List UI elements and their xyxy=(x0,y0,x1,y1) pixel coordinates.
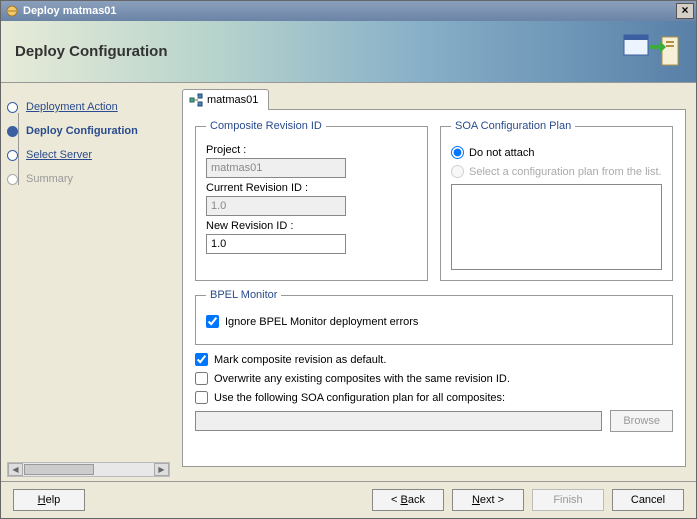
next-button[interactable]: Next > xyxy=(452,489,524,511)
scroll-left-button[interactable]: ◀ xyxy=(8,463,23,476)
sidebar-scrollbar[interactable]: ◀ ▶ xyxy=(7,462,170,477)
overwrite-checkbox[interactable] xyxy=(195,372,208,385)
use-plan-checkbox[interactable] xyxy=(195,391,208,404)
select-plan-radio xyxy=(451,165,464,178)
step-deployment-action[interactable]: Deployment Action xyxy=(7,95,174,119)
deploy-icon xyxy=(622,31,684,73)
browse-button: Browse xyxy=(610,410,673,432)
step-dot-icon xyxy=(7,174,18,185)
step-select-server[interactable]: Select Server xyxy=(7,143,174,167)
overwrite-label: Overwrite any existing composites with t… xyxy=(214,373,510,385)
back-button[interactable]: < Back xyxy=(372,489,444,511)
bpel-legend: BPEL Monitor xyxy=(206,289,281,301)
step-dot-icon xyxy=(7,150,18,161)
scroll-right-button[interactable]: ▶ xyxy=(154,463,169,476)
use-plan-label: Use the following SOA configuration plan… xyxy=(214,392,505,404)
close-button[interactable]: × xyxy=(676,3,694,19)
current-revision-label: Current Revision ID : xyxy=(206,182,417,194)
plan-listbox xyxy=(451,184,662,270)
tab-matmas01[interactable]: matmas01 xyxy=(182,89,269,110)
new-revision-input[interactable] xyxy=(206,234,346,254)
step-deploy-configuration[interactable]: Deploy Configuration xyxy=(7,119,174,143)
config-plan-path-input xyxy=(195,411,602,431)
soa-plan-fieldset: SOA Configuration Plan Do not attach Sel… xyxy=(440,120,673,281)
mark-default-label: Mark composite revision as default. xyxy=(214,354,386,366)
current-revision-input xyxy=(206,196,346,216)
cancel-button[interactable]: Cancel xyxy=(612,489,684,511)
title-bar: Deploy matmas01 × xyxy=(1,1,696,21)
do-not-attach-label: Do not attach xyxy=(469,147,534,159)
project-input xyxy=(206,158,346,178)
help-button[interactable]: Help xyxy=(13,489,85,511)
composite-legend: Composite Revision ID xyxy=(206,120,326,132)
project-label: Project : xyxy=(206,144,417,156)
wizard-footer: Help < Back Next > Finish Cancel xyxy=(1,481,696,517)
page-title: Deploy Configuration xyxy=(15,43,168,60)
composite-icon xyxy=(189,93,203,107)
config-panel: Composite Revision ID Project : Current … xyxy=(182,109,686,467)
ignore-bpel-errors-label: Ignore BPEL Monitor deployment errors xyxy=(225,316,418,328)
banner: Deploy Configuration xyxy=(1,21,696,83)
bpel-monitor-fieldset: BPEL Monitor Ignore BPEL Monitor deploym… xyxy=(195,289,673,345)
do-not-attach-radio[interactable] xyxy=(451,146,464,159)
finish-button: Finish xyxy=(532,489,604,511)
composite-revision-fieldset: Composite Revision ID Project : Current … xyxy=(195,120,428,281)
app-icon xyxy=(5,4,19,18)
mark-default-checkbox[interactable] xyxy=(195,353,208,366)
step-dot-icon xyxy=(7,126,18,137)
window-title: Deploy matmas01 xyxy=(23,5,676,17)
new-revision-label: New Revision ID : xyxy=(206,220,417,232)
step-summary: Summary xyxy=(7,167,174,191)
soa-legend: SOA Configuration Plan xyxy=(451,120,575,132)
select-plan-label: Select a configuration plan from the lis… xyxy=(469,166,662,178)
step-dot-icon xyxy=(7,102,18,113)
ignore-bpel-errors-checkbox[interactable] xyxy=(206,315,219,328)
tab-label: matmas01 xyxy=(207,94,258,106)
wizard-steps-sidebar: Deployment Action Deploy Configuration S… xyxy=(1,83,176,481)
scroll-thumb[interactable] xyxy=(24,464,94,475)
